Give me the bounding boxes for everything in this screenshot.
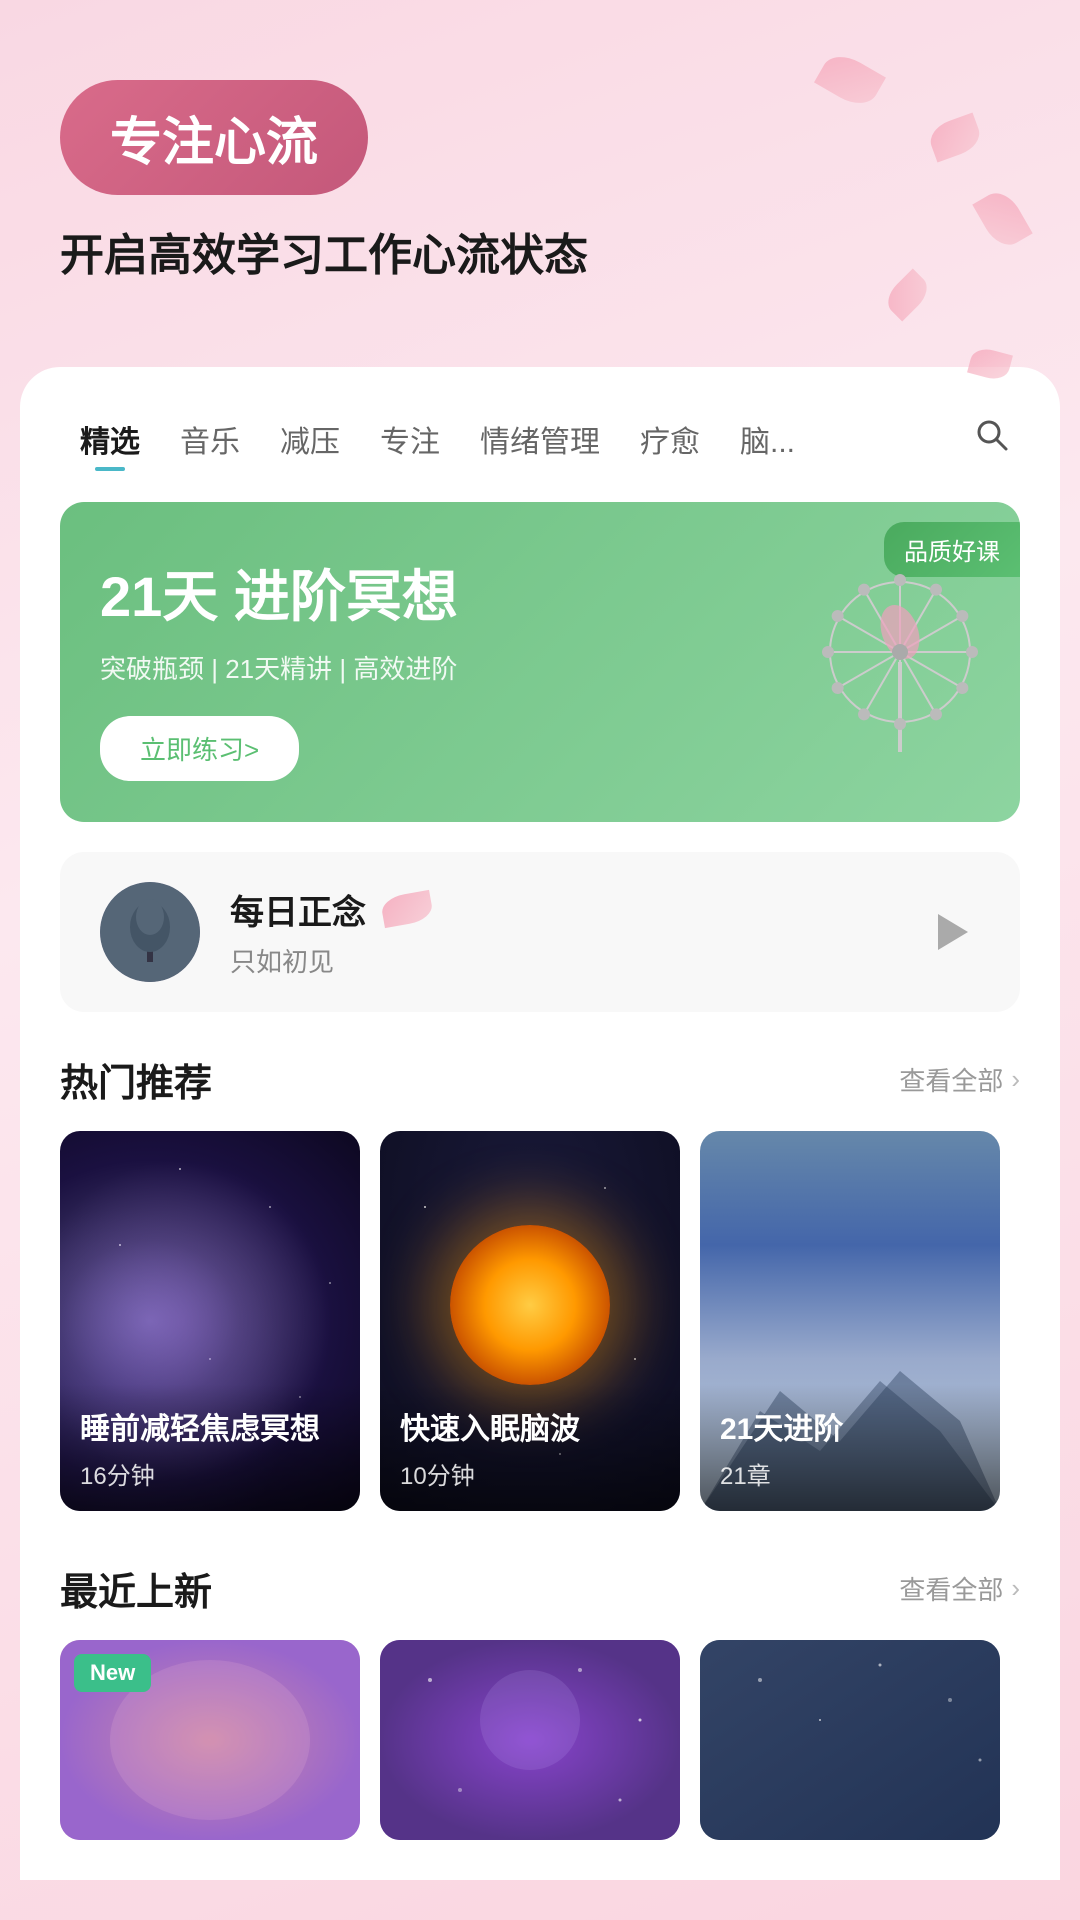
new-card-bg-3 — [700, 1640, 1000, 1840]
hero-subtitle: 开启高效学习工作心流状态 — [60, 225, 1020, 287]
new-section-title: 最近上新 — [60, 1561, 212, 1616]
tab-item-jingxuan[interactable]: 精选 — [60, 407, 160, 471]
tab-item-heal[interactable]: 疗愈 — [620, 407, 720, 471]
hot-card-overlay-1: 睡前减轻焦虑冥想 16分钟 — [60, 1384, 360, 1511]
hot-card-3[interactable]: 21天进阶 21章 — [700, 1131, 1000, 1511]
hot-card-title-1: 睡前减轻焦虑冥想 — [80, 1404, 340, 1448]
banner-image — [800, 552, 1000, 772]
hot-card-2[interactable]: 快速入眠脑波 10分钟 — [380, 1131, 680, 1511]
tab-item-jianya[interactable]: 减压 — [260, 407, 360, 471]
main-card: 精选 音乐 减压 专注 情绪管理 疗愈 脑... 品质好课 21天 进阶冥想 突… — [20, 367, 1060, 1880]
new-chevron-right-icon: › — [1011, 1573, 1020, 1604]
tab-item-emotion[interactable]: 情绪管理 — [460, 407, 620, 471]
hot-section-title: 热门推荐 — [60, 1052, 212, 1107]
daily-title: 每日正念 — [230, 885, 890, 934]
hot-card-title-3: 21天进阶 — [720, 1404, 980, 1448]
tab-item-brain[interactable]: 脑... — [720, 407, 815, 471]
hot-section-header: 热门推荐 查看全部 › — [20, 1052, 1060, 1107]
hot-section-more[interactable]: 查看全部 › — [899, 1061, 1020, 1098]
hot-card-duration-2: 10分钟 — [400, 1456, 660, 1491]
play-icon — [938, 914, 968, 950]
hot-card-duration-3: 21章 — [720, 1456, 980, 1491]
daily-info: 每日正念 只如初见 — [230, 885, 890, 979]
new-card-bg-2 — [380, 1640, 680, 1840]
hot-scroll-container: 睡前减轻焦虑冥想 16分钟 快速入眠脑波 10分钟 — [20, 1131, 1060, 1511]
hot-card-1[interactable]: 睡前减轻焦虑冥想 16分钟 — [60, 1131, 360, 1511]
daily-avatar — [100, 882, 200, 982]
daily-subtitle: 只如初见 — [230, 942, 890, 979]
new-section-header: 最近上新 查看全部 › — [20, 1561, 1060, 1616]
banner-button[interactable]: 立即练习> — [100, 716, 299, 781]
hero-section: 专注心流 开启高效学习工作心流状态 — [0, 0, 1080, 367]
play-button[interactable] — [920, 902, 980, 962]
new-scroll-container: New — [20, 1640, 1060, 1840]
daily-petal-decoration — [380, 890, 434, 928]
new-card-2[interactable] — [380, 1640, 680, 1840]
chevron-right-icon: › — [1011, 1064, 1020, 1095]
hot-card-title-2: 快速入眠脑波 — [400, 1404, 660, 1448]
hot-card-duration-1: 16分钟 — [80, 1456, 340, 1491]
new-section-more[interactable]: 查看全部 › — [899, 1570, 1020, 1607]
new-card-3[interactable] — [700, 1640, 1000, 1840]
hot-card-overlay-3: 21天进阶 21章 — [700, 1384, 1000, 1511]
new-badge-1: New — [74, 1654, 151, 1692]
daily-mindfulness-card: 每日正念 只如初见 — [60, 852, 1020, 1012]
hero-badge: 专注心流 — [60, 80, 368, 195]
tab-item-focus[interactable]: 专注 — [360, 407, 460, 471]
search-icon[interactable] — [964, 407, 1020, 472]
banner: 品质好课 21天 进阶冥想 突破瓶颈 | 21天精讲 | 高效进阶 立即练习> — [60, 502, 1020, 822]
tab-bar: 精选 音乐 减压 专注 情绪管理 疗愈 脑... — [20, 407, 1060, 472]
tab-item-music[interactable]: 音乐 — [160, 407, 260, 471]
new-card-1[interactable]: New — [60, 1640, 360, 1840]
orb-glow — [450, 1225, 610, 1385]
hot-card-overlay-2: 快速入眠脑波 10分钟 — [380, 1384, 680, 1511]
